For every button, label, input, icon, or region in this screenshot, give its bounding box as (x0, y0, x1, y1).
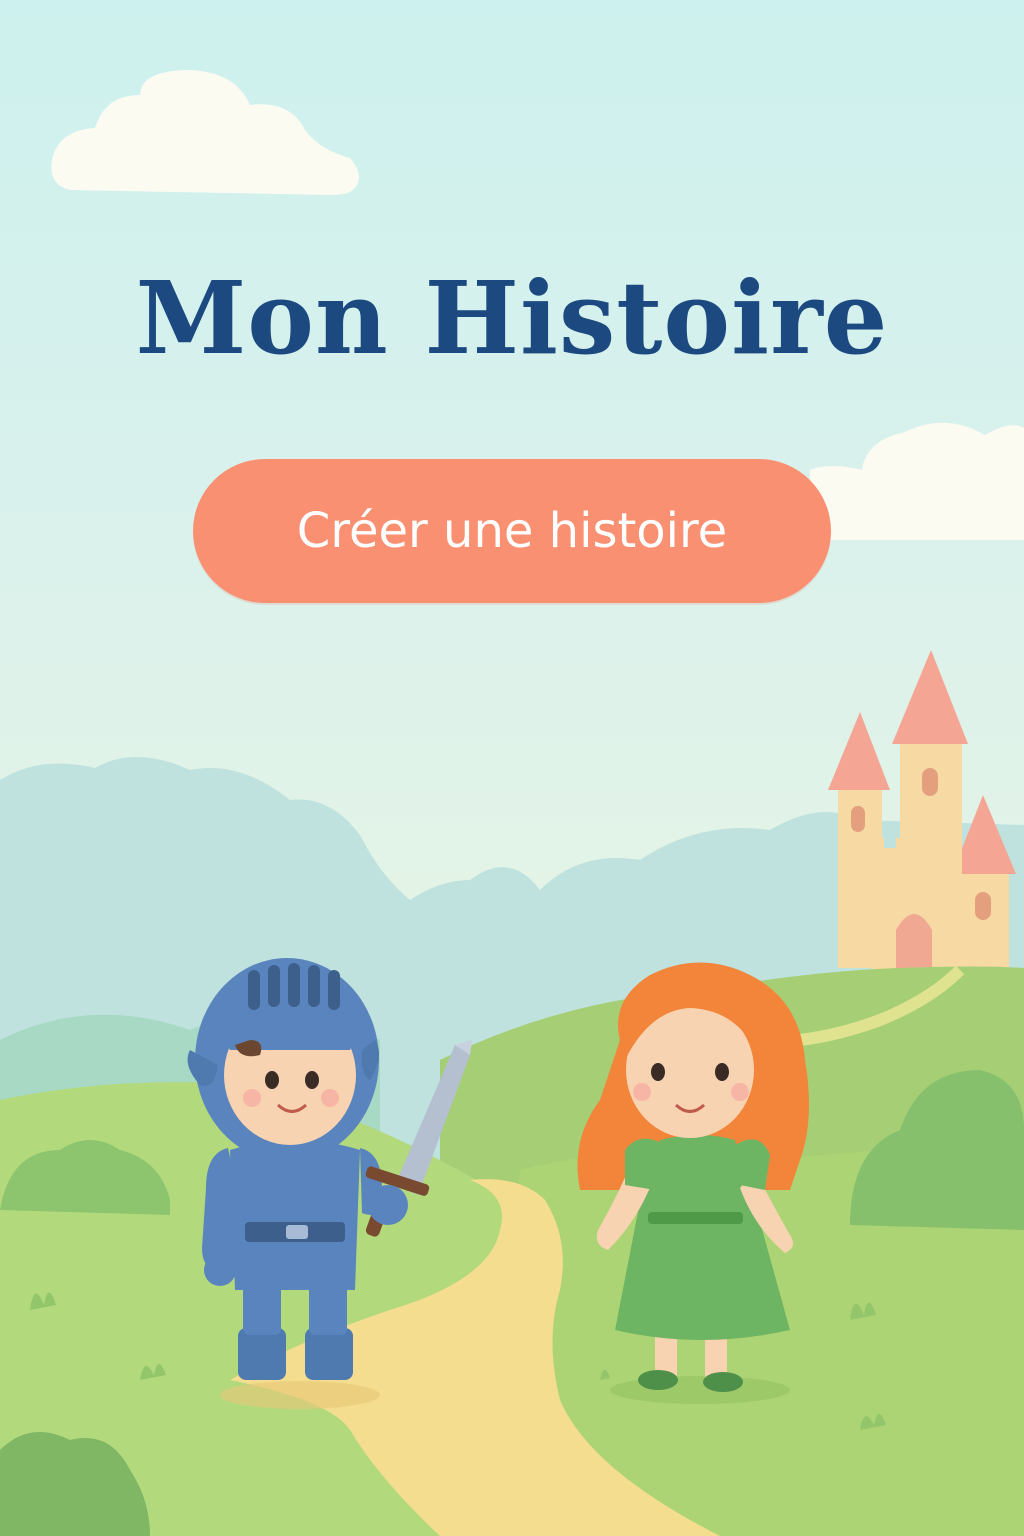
home-screen: Mon Histoire Créer une histoire (0, 0, 1024, 1536)
create-story-button[interactable]: Créer une histoire (193, 459, 831, 603)
storybook-landscape (0, 70, 1024, 1536)
castle-icon (828, 650, 1016, 972)
app-title: Mon Histoire (135, 259, 889, 377)
cloud-icon (51, 70, 359, 195)
cloud-icon (810, 422, 1024, 540)
